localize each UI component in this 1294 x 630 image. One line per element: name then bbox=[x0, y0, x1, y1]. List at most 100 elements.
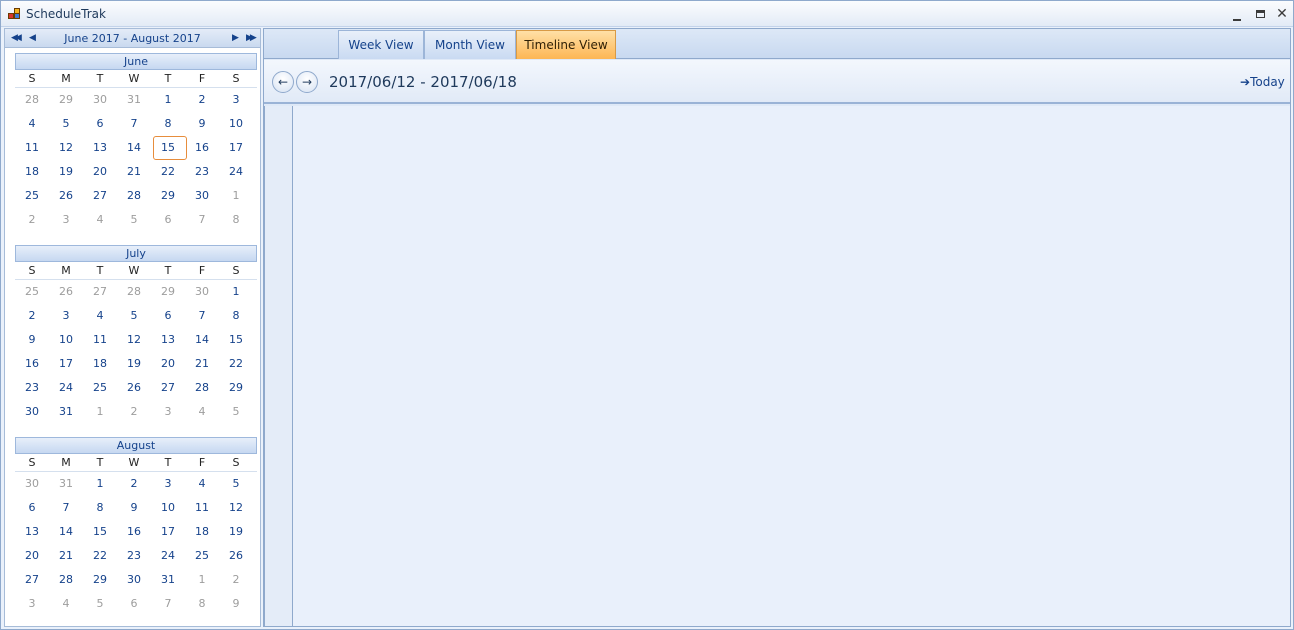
day-cell[interactable]: 25 bbox=[83, 376, 117, 400]
day-cell[interactable]: 5 bbox=[219, 472, 253, 496]
day-cell[interactable]: 7 bbox=[49, 496, 83, 520]
day-cell[interactable]: 3 bbox=[49, 208, 83, 232]
day-cell[interactable]: 31 bbox=[117, 88, 151, 112]
day-cell[interactable]: 3 bbox=[151, 472, 185, 496]
day-cell[interactable]: 12 bbox=[117, 328, 151, 352]
day-cell[interactable]: 14 bbox=[49, 520, 83, 544]
day-cell[interactable]: 1 bbox=[185, 568, 219, 592]
day-cell[interactable]: 21 bbox=[49, 544, 83, 568]
day-cell[interactable]: 18 bbox=[83, 352, 117, 376]
day-cell[interactable]: 2 bbox=[15, 208, 49, 232]
day-cell[interactable]: 16 bbox=[15, 352, 49, 376]
day-cell[interactable]: 17 bbox=[219, 136, 253, 160]
day-cell[interactable]: 19 bbox=[117, 352, 151, 376]
day-cell[interactable]: 29 bbox=[151, 280, 185, 304]
day-cell[interactable]: 3 bbox=[151, 400, 185, 424]
day-cell[interactable]: 9 bbox=[117, 496, 151, 520]
day-cell[interactable]: 8 bbox=[83, 496, 117, 520]
tab-month-view[interactable]: Month View bbox=[424, 30, 516, 59]
day-cell[interactable]: 20 bbox=[151, 352, 185, 376]
day-cell[interactable]: 31 bbox=[49, 400, 83, 424]
day-cell[interactable]: 4 bbox=[83, 304, 117, 328]
day-cell[interactable]: 18 bbox=[15, 160, 49, 184]
day-cell[interactable]: 9 bbox=[15, 328, 49, 352]
day-cell[interactable]: 25 bbox=[185, 544, 219, 568]
day-cell[interactable]: 23 bbox=[117, 544, 151, 568]
day-cell[interactable]: 11 bbox=[83, 328, 117, 352]
day-cell[interactable]: 28 bbox=[49, 568, 83, 592]
day-cell[interactable]: 25 bbox=[15, 184, 49, 208]
day-cell[interactable]: 18 bbox=[185, 520, 219, 544]
day-cell[interactable]: 9 bbox=[219, 592, 253, 616]
day-cell[interactable]: 28 bbox=[117, 184, 151, 208]
day-cell[interactable]: 11 bbox=[185, 496, 219, 520]
day-cell[interactable]: 5 bbox=[49, 112, 83, 136]
day-cell[interactable]: 4 bbox=[185, 472, 219, 496]
day-cell[interactable]: 27 bbox=[151, 376, 185, 400]
maximize-button[interactable] bbox=[1250, 5, 1270, 23]
day-cell[interactable]: 15 bbox=[219, 328, 253, 352]
day-cell[interactable]: 19 bbox=[219, 520, 253, 544]
day-cell[interactable]: 1 bbox=[219, 280, 253, 304]
next-year-icon[interactable]: ▶▶ bbox=[246, 32, 257, 44]
day-cell[interactable]: 2 bbox=[117, 472, 151, 496]
day-cell[interactable]: 10 bbox=[151, 496, 185, 520]
day-cell[interactable]: 3 bbox=[219, 88, 253, 112]
day-cell[interactable]: 29 bbox=[49, 88, 83, 112]
day-cell[interactable]: 15 bbox=[83, 520, 117, 544]
day-cell[interactable]: 8 bbox=[185, 592, 219, 616]
day-cell[interactable]: 4 bbox=[83, 208, 117, 232]
day-cell[interactable]: 6 bbox=[15, 496, 49, 520]
day-cell[interactable]: 19 bbox=[49, 160, 83, 184]
day-cell[interactable]: 29 bbox=[83, 568, 117, 592]
day-cell-today[interactable]: 15 bbox=[151, 136, 187, 160]
day-cell[interactable]: 11 bbox=[15, 136, 49, 160]
day-cell[interactable]: 26 bbox=[219, 544, 253, 568]
day-cell[interactable]: 3 bbox=[49, 304, 83, 328]
day-cell[interactable]: 24 bbox=[49, 376, 83, 400]
day-cell[interactable]: 28 bbox=[117, 280, 151, 304]
day-cell[interactable]: 27 bbox=[15, 568, 49, 592]
day-cell[interactable]: 10 bbox=[49, 328, 83, 352]
day-cell[interactable]: 8 bbox=[219, 208, 253, 232]
timeline-area[interactable] bbox=[264, 106, 1290, 626]
day-cell[interactable]: 29 bbox=[151, 184, 185, 208]
day-cell[interactable]: 4 bbox=[49, 592, 83, 616]
day-cell[interactable]: 5 bbox=[117, 304, 151, 328]
day-cell[interactable]: 7 bbox=[185, 304, 219, 328]
day-cell[interactable]: 6 bbox=[117, 592, 151, 616]
day-cell[interactable]: 20 bbox=[83, 160, 117, 184]
day-cell[interactable]: 9 bbox=[185, 112, 219, 136]
day-cell[interactable]: 28 bbox=[185, 376, 219, 400]
day-cell[interactable]: 27 bbox=[83, 184, 117, 208]
day-cell[interactable]: 1 bbox=[151, 88, 185, 112]
day-cell[interactable]: 30 bbox=[117, 568, 151, 592]
day-cell[interactable]: 4 bbox=[185, 400, 219, 424]
day-cell[interactable]: 6 bbox=[151, 208, 185, 232]
day-cell[interactable]: 31 bbox=[151, 568, 185, 592]
day-cell[interactable]: 8 bbox=[219, 304, 253, 328]
day-cell[interactable]: 7 bbox=[185, 208, 219, 232]
day-cell[interactable]: 10 bbox=[219, 112, 253, 136]
day-cell[interactable]: 23 bbox=[185, 160, 219, 184]
day-cell[interactable]: 24 bbox=[219, 160, 253, 184]
next-range-button[interactable]: → bbox=[296, 71, 318, 93]
day-cell[interactable]: 12 bbox=[219, 496, 253, 520]
day-cell[interactable]: 22 bbox=[151, 160, 185, 184]
tab-week-view[interactable]: Week View bbox=[338, 30, 424, 59]
month-title[interactable]: July bbox=[15, 245, 257, 262]
day-cell[interactable]: 6 bbox=[151, 304, 185, 328]
day-cell[interactable]: 2 bbox=[219, 568, 253, 592]
day-cell[interactable]: 1 bbox=[219, 184, 253, 208]
day-cell[interactable]: 22 bbox=[219, 352, 253, 376]
day-cell[interactable]: 2 bbox=[185, 88, 219, 112]
day-cell[interactable]: 30 bbox=[15, 400, 49, 424]
title-bar[interactable]: ScheduleTrak ✕ bbox=[1, 1, 1293, 27]
day-cell[interactable]: 13 bbox=[83, 136, 117, 160]
day-cell[interactable]: 25 bbox=[15, 280, 49, 304]
day-cell[interactable]: 2 bbox=[117, 400, 151, 424]
day-cell[interactable]: 7 bbox=[151, 592, 185, 616]
day-cell[interactable]: 16 bbox=[185, 136, 219, 160]
day-cell[interactable]: 1 bbox=[83, 400, 117, 424]
day-cell[interactable]: 3 bbox=[15, 592, 49, 616]
